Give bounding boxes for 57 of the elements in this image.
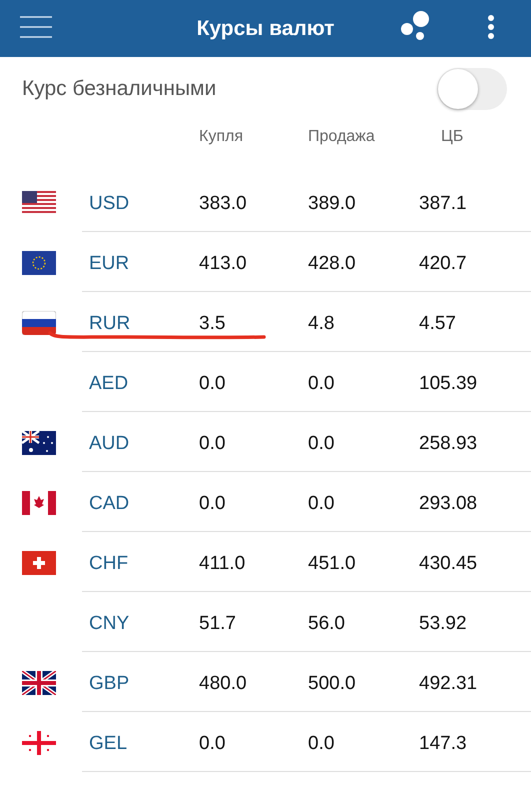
column-header: Купля: [199, 127, 243, 147]
toggle-label: Курс безналичными: [22, 76, 216, 102]
central-bank-rate: 53.92: [419, 612, 467, 636]
buy-rate: 413.0: [199, 252, 247, 276]
sell-rate: 0.0: [308, 732, 334, 756]
five-cross-flag-icon: [22, 731, 56, 755]
union-stars-flag-icon: [22, 431, 56, 455]
sell-rate: 4.8: [308, 312, 334, 336]
central-bank-rate: 258.93: [419, 432, 478, 456]
buy-rate: 51.7: [199, 612, 236, 636]
column-header: Продажа: [308, 127, 375, 147]
currency-code[interactable]: CHF: [89, 550, 128, 578]
toggle-switch[interactable]: [437, 68, 507, 110]
buy-rate: 0.0: [199, 372, 226, 396]
central-bank-rate: 387.1: [419, 192, 467, 216]
currency-code[interactable]: EUR: [89, 250, 130, 278]
central-bank-rate: 293.08: [419, 492, 478, 516]
buy-rate: 411.0: [199, 552, 246, 576]
tricolor-flag-icon: [22, 311, 56, 335]
central-bank-rate: 147.3: [419, 732, 467, 756]
buy-rate: 3.5: [199, 312, 226, 336]
buy-rate: 480.0: [199, 672, 247, 696]
buy-rate: 0.0: [199, 432, 226, 456]
central-bank-rate: 492.31: [419, 672, 478, 696]
stars-stripes-flag-icon: [22, 191, 56, 215]
buy-rate: 0.0: [199, 732, 226, 756]
currency-code[interactable]: AUD: [89, 430, 130, 458]
cross-flag-icon: [22, 551, 56, 575]
currency-code[interactable]: AED: [89, 370, 128, 398]
union-flag-icon: [22, 671, 56, 695]
column-header: ЦБ: [441, 127, 464, 147]
sell-rate: 428.0: [308, 252, 356, 276]
currency-code[interactable]: GEL: [89, 730, 128, 758]
star-circle-flag-icon: [22, 251, 56, 275]
bubbles-icon[interactable]: [400, 11, 430, 41]
currency-code[interactable]: GBP: [89, 670, 130, 698]
sell-rate: 500.0: [308, 672, 356, 696]
sell-rate: 0.0: [308, 372, 334, 396]
central-bank-rate: 420.7: [419, 252, 467, 276]
sell-rate: 0.0: [308, 432, 334, 456]
central-bank-rate: 105.39: [419, 372, 478, 396]
sell-rate: 451.0: [308, 552, 356, 576]
currency-code[interactable]: USD: [89, 190, 130, 218]
maple-leaf-flag-icon: [22, 491, 56, 515]
currency-code[interactable]: RUR: [89, 310, 130, 338]
buy-rate: 383.0: [199, 192, 247, 216]
central-bank-rate: 4.57: [419, 312, 456, 336]
sell-rate: 0.0: [308, 492, 334, 516]
menu-icon[interactable]: [20, 16, 52, 38]
central-bank-rate: 430.45: [419, 552, 478, 576]
sell-rate: 56.0: [308, 612, 345, 636]
currency-code[interactable]: CNY: [89, 610, 130, 638]
sell-rate: 389.0: [308, 192, 356, 216]
app-title: Курсы валют: [196, 16, 334, 42]
more-icon[interactable]: [487, 14, 495, 40]
currency-code[interactable]: CAD: [89, 490, 130, 518]
buy-rate: 0.0: [199, 492, 226, 516]
